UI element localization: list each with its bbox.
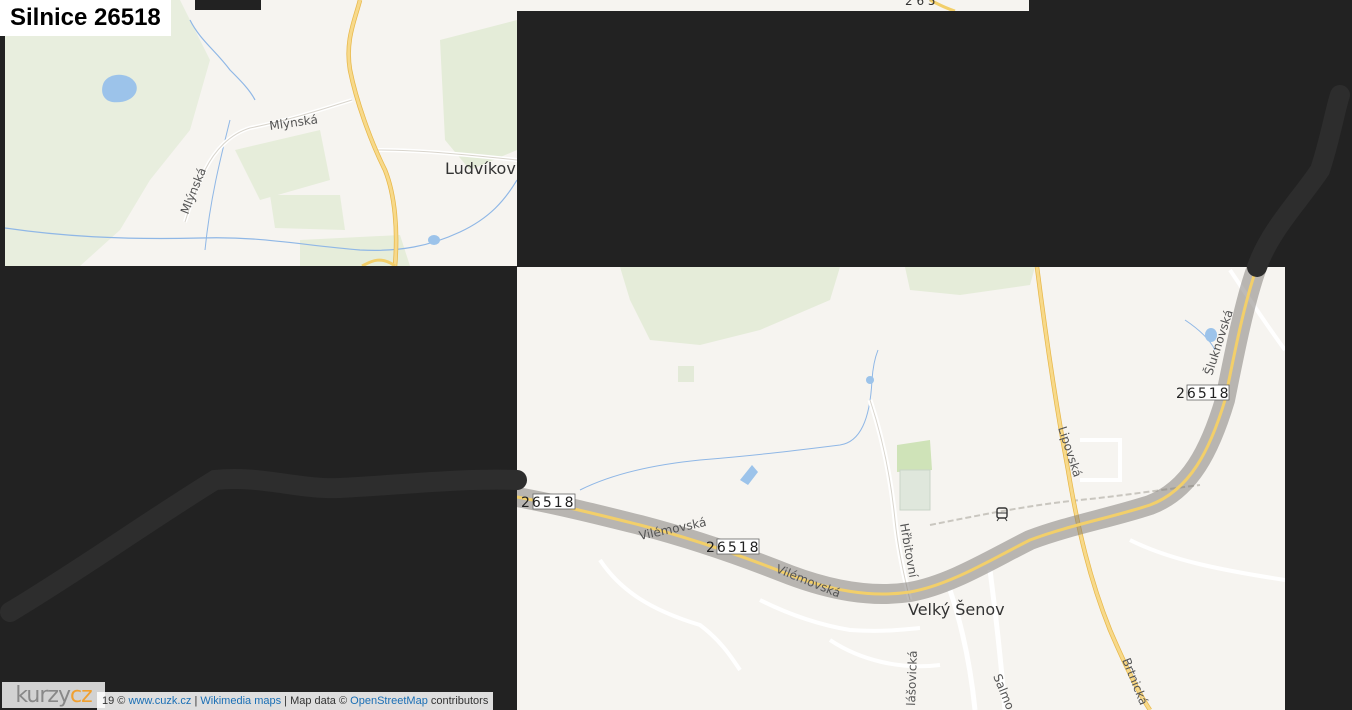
forest-area [440, 20, 517, 170]
pond [428, 235, 440, 245]
minor-road [759, 598, 921, 633]
route-26518-highlight [517, 267, 1267, 604]
pond [866, 376, 874, 384]
map-canvas[interactable]: Mlýnská Mlýnská Ludvíkov 2 6 5 Vilémovsk… [0, 0, 1352, 710]
street-label-lipovska: Lipovská [1055, 425, 1085, 479]
forest-area [270, 195, 345, 230]
svg-text:26518: 26518 [706, 540, 761, 556]
street-label-brtnicka: Brtnická [1119, 656, 1151, 707]
sports-field [899, 469, 931, 511]
top-strip-features: 2 6 5 [905, 0, 956, 11]
route-26518-overlay [1247, 85, 1350, 277]
map-attribution: 19 © www.cuzk.cz | Wikimedia maps | Map … [97, 692, 494, 710]
major-road [346, 0, 399, 266]
bottom-right-tile-features: Vilémovská Vilémovská Hřbitovní Lipovská… [517, 267, 1285, 710]
minor-road [828, 638, 941, 669]
title-strip [195, 0, 261, 10]
forest-area [620, 267, 840, 345]
street-label-salmovska: Salmo [990, 672, 1017, 710]
cuzk-link[interactable]: www.cuzk.cz [128, 695, 191, 707]
svg-text:26518: 26518 [1176, 386, 1231, 402]
road-shield-partial: 2 6 5 [905, 0, 936, 8]
route-26518-overlay [0, 468, 527, 622]
place-label-ludvikov: Ludvíkov [445, 159, 516, 178]
street-label-mlynska: Mlýnská [268, 112, 318, 133]
logo-main: kurzy [15, 682, 71, 708]
stream [579, 349, 879, 491]
page-title: Silnice 26518 [0, 0, 171, 36]
forest-area [235, 130, 330, 200]
route-26518-road [517, 267, 1259, 596]
osm-link[interactable]: OpenStreetMap [350, 695, 428, 707]
top-left-tile-features: Mlýnská Mlýnská Ludvíkov [5, 0, 517, 266]
road-shield: 26518 [706, 538, 761, 556]
pond [740, 465, 758, 485]
minor-road [1129, 538, 1285, 582]
street-label-plasovicka: lášovická [904, 650, 920, 706]
park [897, 440, 932, 472]
road-shield: 26518 [521, 493, 576, 511]
minor-road [1080, 438, 1122, 482]
place-label-velky-senov: Velký Šenov [908, 600, 1005, 619]
minor-road [598, 558, 742, 672]
kurzy-logo[interactable]: kurzy cz [2, 682, 105, 708]
logo-accent: cz [69, 682, 93, 708]
wikimedia-link[interactable]: Wikimedia maps [200, 695, 281, 707]
svg-text:26518: 26518 [521, 495, 576, 511]
road-shield: 26518 [1176, 384, 1231, 402]
forest-area [5, 0, 210, 266]
major-road [1035, 267, 1152, 710]
street-label-mlynska: Mlýnská [178, 166, 209, 216]
major-road [1034, 267, 1152, 710]
forest-area [905, 267, 1035, 295]
major-road [347, 0, 398, 266]
